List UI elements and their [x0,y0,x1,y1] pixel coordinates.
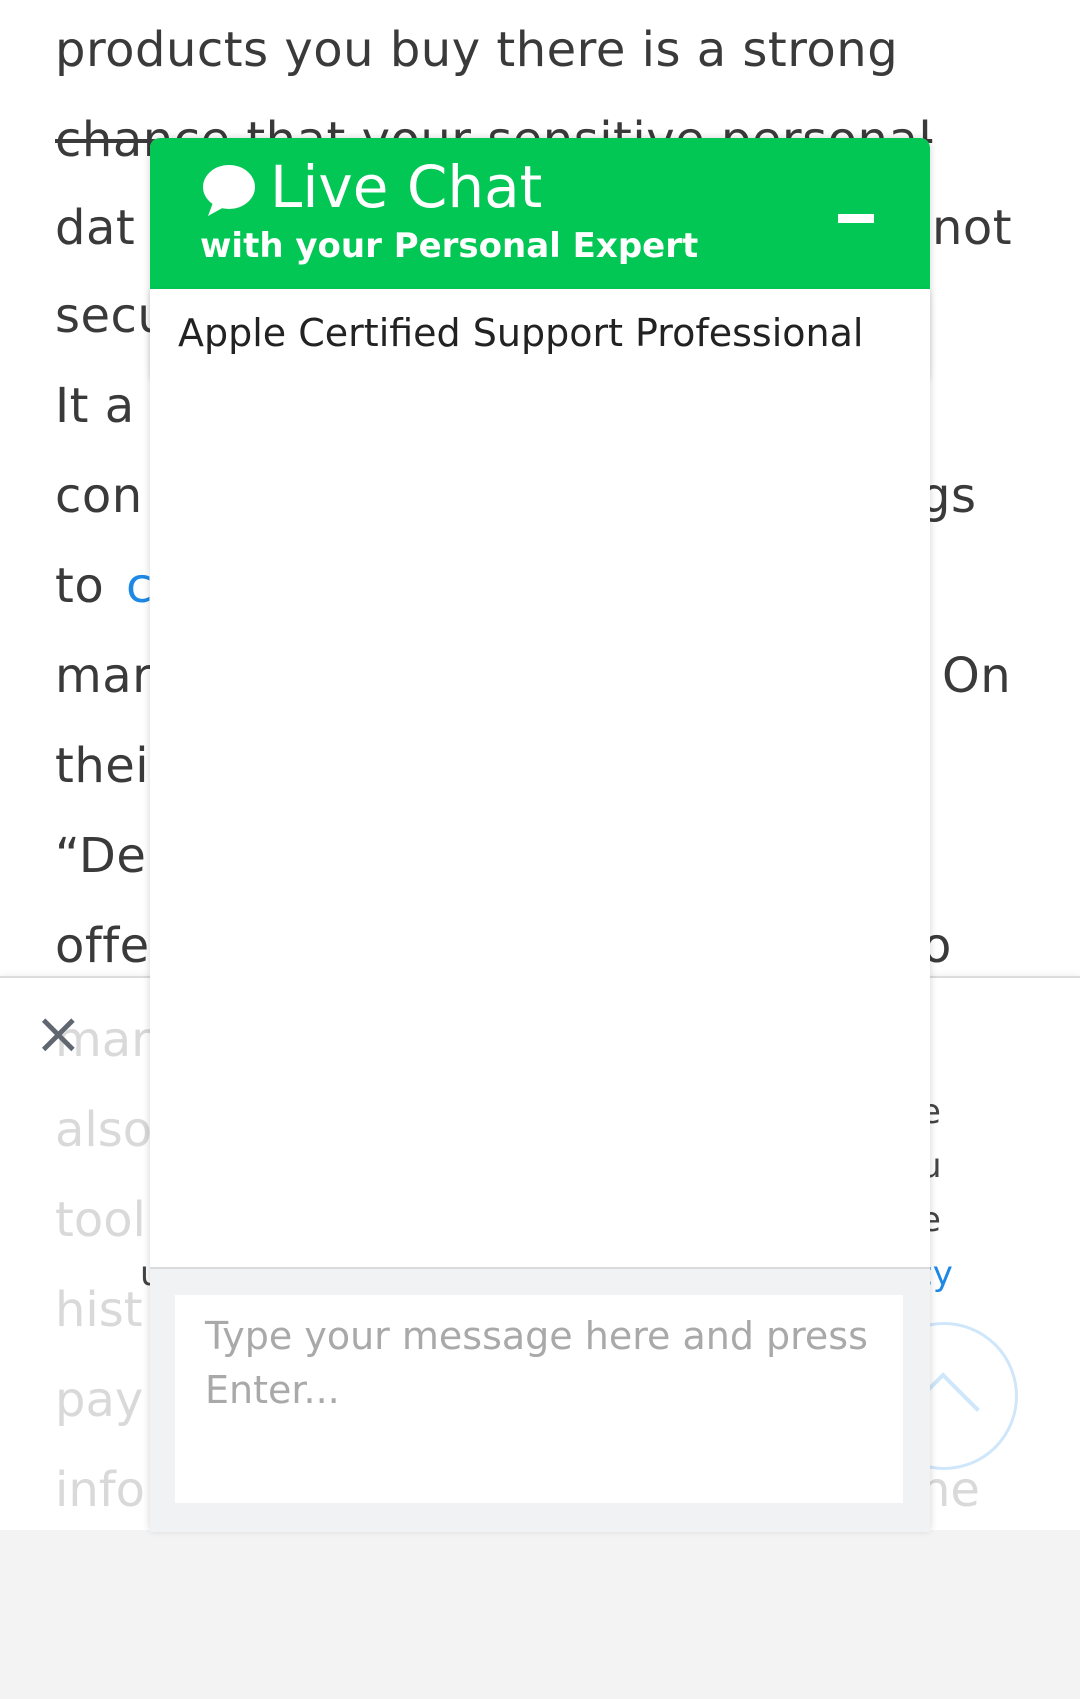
chat-bubble-icon [203,165,255,216]
article-line: dat [55,200,136,256]
faded-article-line: tool [55,1192,146,1248]
chat-title: Live Chat [270,153,543,221]
article-link[interactable]: c [126,556,153,616]
faded-article-line: pay [55,1372,144,1428]
faded-article-line: hist [55,1282,143,1338]
article-fragment: On [942,648,1012,704]
chat-agent-bar: Apple Certified Support Professional [150,289,930,377]
article-line: offe [55,918,150,974]
chat-input-area [150,1267,930,1532]
agent-title: Apple Certified Support Professional [178,311,864,355]
minimize-icon[interactable] [836,198,876,238]
article-line: mar [55,648,153,704]
page-footer-area [0,1530,1080,1699]
article-line: thei [55,738,150,794]
chat-message-input[interactable] [175,1295,903,1503]
close-icon[interactable]: × [34,1004,83,1062]
article-fragment: not [932,200,1013,256]
article-line: to [55,558,105,614]
chat-subtitle: with your Personal Expert [200,226,699,266]
chat-header[interactable]: Live Chat with your Personal Expert [150,138,930,289]
article-line: products you buy there is a strong [55,22,899,78]
minimize-bar [838,214,874,223]
faded-article-line: info [55,1462,146,1518]
article-line: con [55,468,143,524]
article-line: “De [55,828,147,884]
article-line: It a [55,378,135,434]
live-chat-widget: Live Chat with your Personal Expert Appl… [150,138,930,1532]
faded-article-line: also [55,1102,153,1158]
chat-message-list[interactable] [150,377,930,1267]
